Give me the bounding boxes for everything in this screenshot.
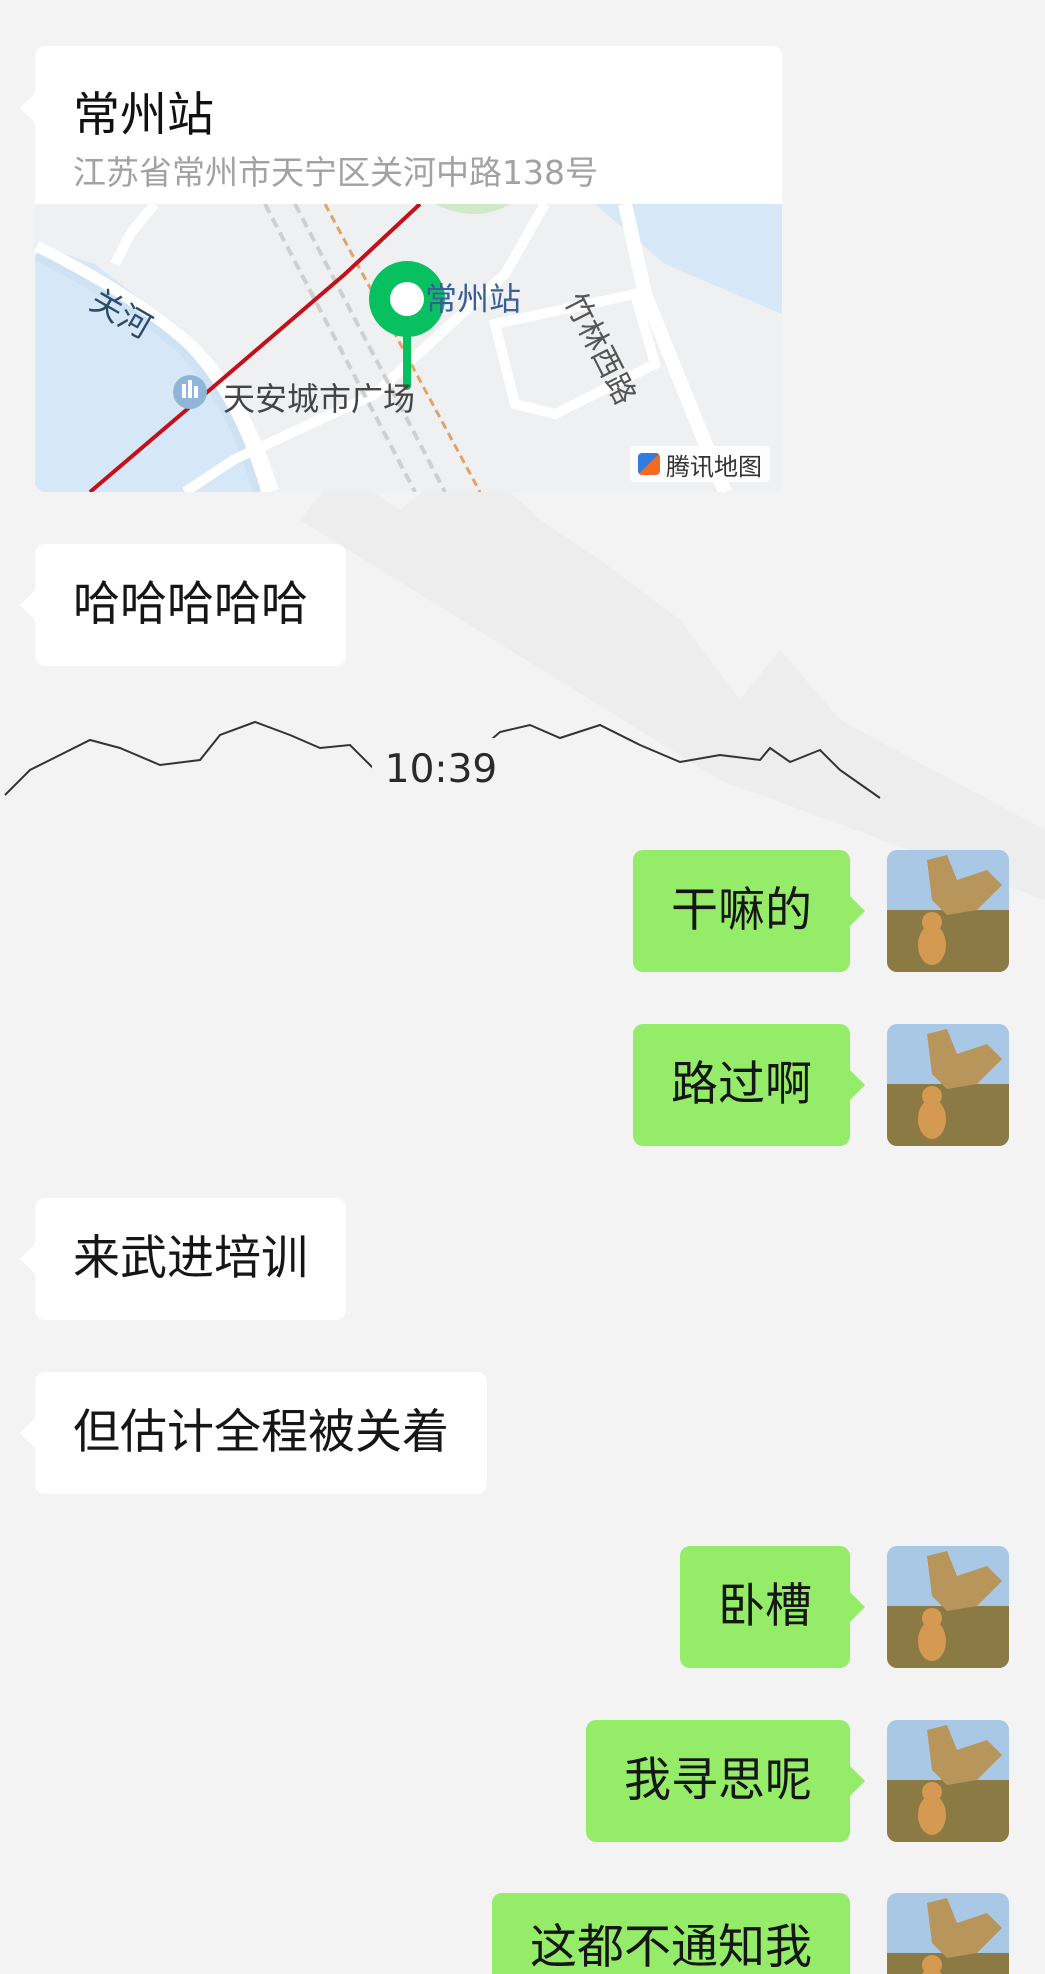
message-text: 来武进培训 (73, 1231, 308, 1286)
avatar-image (887, 1893, 1009, 1974)
message-text: 哈哈哈哈哈 (73, 577, 308, 632)
message-bubble-incoming[interactable]: 哈哈哈哈哈 (20, 544, 346, 666)
chat-timestamp: 10:39 (372, 738, 510, 802)
message-bubble-incoming[interactable]: 但估计全程被关着 (20, 1372, 487, 1494)
message-bubble-outgoing[interactable]: 卧槽 (680, 1546, 865, 1668)
avatar-image (887, 1720, 1009, 1842)
user-avatar[interactable] (887, 1546, 1009, 1668)
user-avatar[interactable] (887, 1720, 1009, 1842)
user-avatar[interactable] (887, 850, 1009, 972)
message-text: 我寻思呢 (624, 1753, 812, 1808)
message-bubble-outgoing[interactable]: 这都不通知我 (492, 1893, 850, 1974)
message-text: 卧槽 (718, 1579, 812, 1634)
message-bubble-incoming[interactable]: 来武进培训 (20, 1198, 346, 1320)
user-avatar[interactable] (887, 1024, 1009, 1146)
message-bubble-outgoing[interactable]: 干嘛的 (633, 850, 865, 972)
user-avatar[interactable] (887, 1893, 1009, 1974)
map-brand-label: 腾讯地图 (666, 452, 762, 481)
map-brand-badge: 腾讯地图 (630, 446, 770, 482)
avatar-image (887, 1546, 1009, 1668)
avatar-image (887, 850, 1009, 972)
avatar-image (887, 1024, 1009, 1146)
location-message-card[interactable]: 常州站 江苏省常州市天宁区关河中路138号 关河 常州站 竹林西路 天安城市广场… (20, 46, 782, 492)
message-bubble-outgoing[interactable]: 路过啊 (633, 1024, 865, 1146)
tencent-map-icon (638, 453, 660, 475)
message-bubble-outgoing[interactable]: 我寻思呢 (586, 1720, 865, 1842)
message-text: 干嘛的 (671, 883, 812, 938)
message-text: 但估计全程被关着 (73, 1405, 449, 1460)
map-label-plaza: 天安城市广场 (223, 380, 416, 418)
message-text: 这都不通知我 (530, 1920, 812, 1974)
location-address: 江苏省常州市天宁区关河中路138号 (73, 153, 598, 192)
message-text: 路过啊 (671, 1057, 812, 1112)
location-map[interactable]: 关河 常州站 竹林西路 天安城市广场 腾讯地图 (35, 204, 782, 492)
map-label-station: 常州站 (425, 280, 522, 318)
location-title: 常州站 (73, 88, 214, 143)
